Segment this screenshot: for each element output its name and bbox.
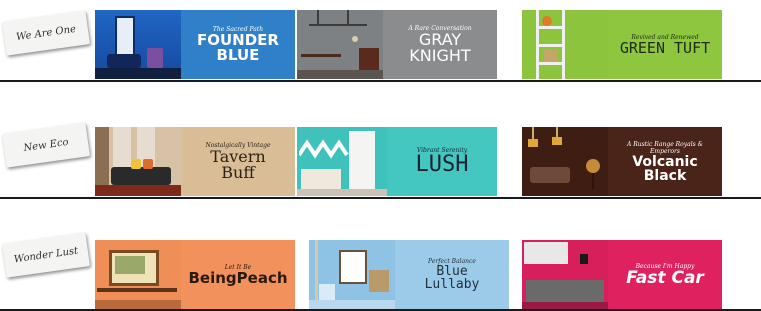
swatch-card-founder-blue[interactable]: The Sacred Path FOUNDER BLUE [95, 10, 295, 79]
shelf-divider [0, 80, 761, 82]
collection-row-we-are-one: We Are One The Sacred Path FOUNDER BLUE … [0, 0, 761, 82]
room-photo [95, 240, 181, 309]
room-photo [297, 127, 387, 196]
colour-card: Revived and Renewed GREEN TUFT [608, 10, 722, 79]
collection-row-new-eco: New Eco Nostalgically Vintage Tavern Buf… [0, 100, 761, 200]
collection-tag: New Eco [2, 122, 90, 168]
swatch-card-green-tuft[interactable]: Revived and Renewed GREEN TUFT [522, 10, 722, 79]
collection-tag: We Are One [2, 10, 90, 56]
colour-card: Because I'm Happy Fast Car [608, 240, 722, 309]
colour-card: Perfect Balance Blue Lullaby [395, 240, 509, 309]
swatch-card-gray-knight[interactable]: A Rare Conversation GRAY KNIGHT [297, 10, 497, 79]
colour-card: Nostalgically Vintage Tavern Buff [181, 127, 295, 196]
room-photo [95, 127, 181, 196]
swatch-card-blue-lullaby[interactable]: Perfect Balance Blue Lullaby [309, 240, 509, 309]
swatch-card-fast-car[interactable]: Because I'm Happy Fast Car [522, 240, 722, 309]
colour-card: A Rustic Range Royals & Emperors Volcani… [608, 127, 722, 196]
zigzag-pattern [299, 139, 349, 159]
room-photo [522, 127, 608, 196]
shelf-divider [0, 197, 761, 199]
swatch-card-volcanic-black[interactable]: A Rustic Range Royals & Emperors Volcani… [522, 127, 722, 196]
collection-tag: Wonder Lust [2, 232, 90, 278]
colour-card: Vibrant Serenity LUSH [387, 127, 497, 196]
swatch-card-being-peach[interactable]: Let It Be BeingPeach [95, 240, 295, 309]
colour-card: A Rare Conversation GRAY KNIGHT [383, 10, 497, 79]
colour-card: Let It Be BeingPeach [181, 240, 295, 309]
collection-row-wonder-lust: Wonder Lust Let It Be BeingPeach Perfect… [0, 210, 761, 311]
colour-card: The Sacred Path FOUNDER BLUE [181, 10, 295, 79]
room-photo [95, 10, 181, 79]
room-photo [309, 240, 395, 309]
room-photo [297, 10, 383, 79]
swatch-card-lush[interactable]: Vibrant Serenity LUSH [297, 127, 497, 196]
room-photo [522, 10, 608, 79]
swatch-card-tavern-buff[interactable]: Nostalgically Vintage Tavern Buff [95, 127, 295, 196]
room-photo [522, 240, 608, 309]
